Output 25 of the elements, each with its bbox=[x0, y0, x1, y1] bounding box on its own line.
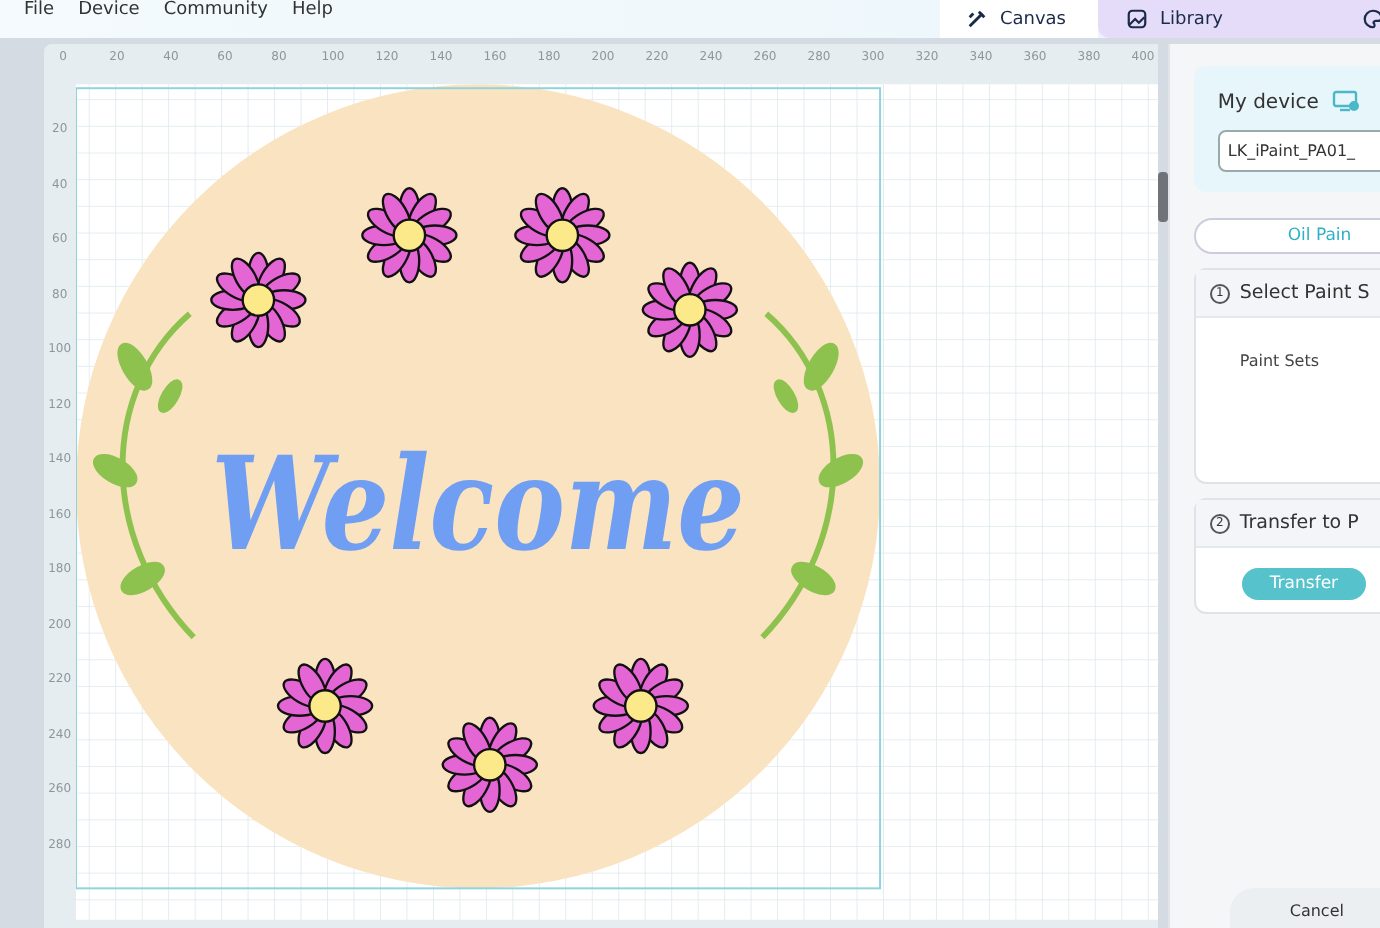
scrollbar[interactable] bbox=[1157, 172, 1168, 222]
menu-item[interactable]: Community bbox=[163, 0, 268, 20]
menu-item[interactable]: Device bbox=[78, 0, 140, 20]
palette-tab[interactable] bbox=[1350, 0, 1380, 38]
cancel-button[interactable]: Cancel bbox=[1229, 888, 1380, 928]
daisy-drawing bbox=[591, 657, 689, 755]
menu-item[interactable]: File bbox=[24, 0, 55, 20]
palette-icon bbox=[1362, 8, 1380, 30]
picture-icon bbox=[1126, 8, 1148, 30]
daisy-drawing bbox=[276, 657, 373, 755]
device-label: My device bbox=[1217, 91, 1319, 113]
menu-item[interactable]: Help bbox=[291, 0, 333, 20]
paint-sets-label: Paint Sets bbox=[1239, 352, 1320, 370]
brush-icon bbox=[965, 8, 988, 30]
tab[interactable]: Canvas bbox=[939, 0, 1098, 38]
step-title: Transfer to P bbox=[1239, 512, 1359, 534]
daisy-drawing bbox=[513, 187, 610, 284]
device-field[interactable]: LK_iPaint_PA01_ bbox=[1217, 130, 1380, 172]
daisy-drawing bbox=[440, 716, 538, 814]
daisy-drawing bbox=[209, 251, 306, 349]
daisy-drawing bbox=[640, 261, 738, 359]
tab[interactable]: Library bbox=[1098, 0, 1350, 38]
step-title: Select Paint S bbox=[1239, 282, 1370, 304]
welcome-lettering: Welcome bbox=[210, 429, 862, 582]
daisy-drawing bbox=[360, 187, 457, 284]
